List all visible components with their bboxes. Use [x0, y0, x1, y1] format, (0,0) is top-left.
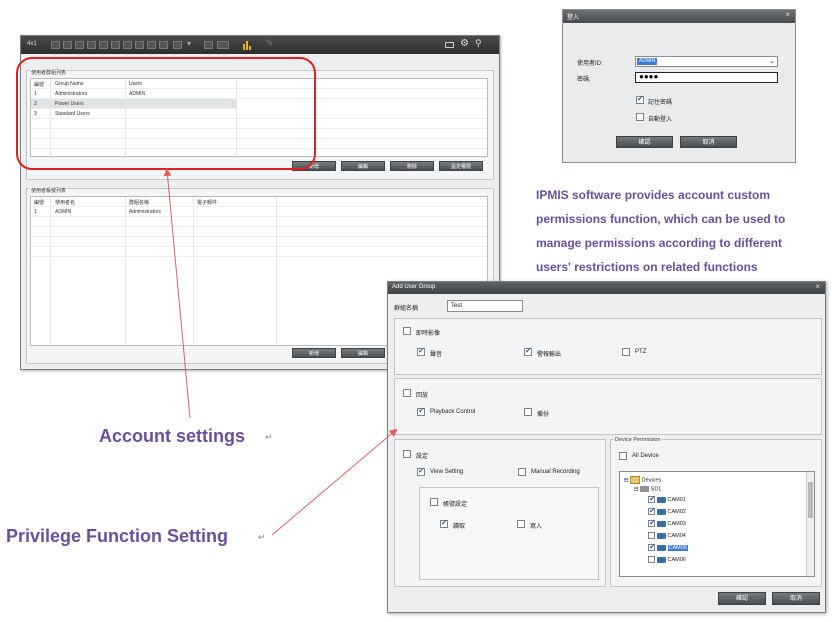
annotation-arrows	[163, 168, 398, 536]
privilege-arrow	[271, 428, 398, 536]
account-arrow	[163, 168, 191, 419]
